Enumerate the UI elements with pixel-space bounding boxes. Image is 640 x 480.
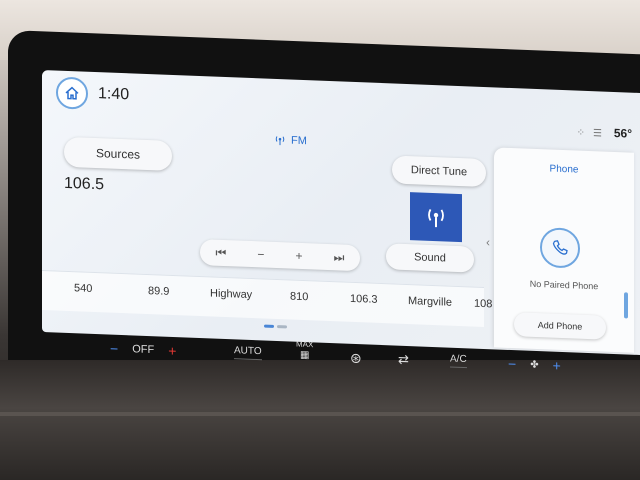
heated-wheel-icon[interactable]: ⊛ (350, 350, 362, 367)
status-icons: ⁘ ☰ (577, 128, 602, 140)
sound-button[interactable]: Sound (386, 243, 474, 273)
current-frequency: 106.5 (64, 174, 105, 194)
ac-button[interactable]: A/C (450, 353, 467, 369)
preset-bar: 540 89.9 Highway 810 106.3 Margville 108 (42, 270, 492, 327)
page-indicator (264, 324, 287, 329)
band-indicator: FM (274, 134, 307, 147)
preset-item[interactable]: 540 (74, 282, 92, 295)
signal-off-icon: ⁘ (576, 127, 586, 139)
fan-increase-button[interactable]: + (168, 343, 176, 359)
band-label: FM (291, 134, 307, 148)
wifi-off-icon: ☰ (593, 128, 602, 140)
home-icon (65, 86, 79, 100)
seek-forward-button[interactable]: ⏭ (334, 250, 345, 265)
clock: 1:40 (98, 85, 130, 104)
page-dot-active (264, 324, 274, 328)
preset-item[interactable]: Highway (210, 287, 252, 301)
preset-item[interactable]: 810 (290, 291, 308, 304)
phone-button[interactable] (540, 227, 580, 269)
sources-button[interactable]: Sources (64, 136, 172, 171)
page-dot (277, 325, 287, 329)
home-button[interactable] (56, 76, 88, 110)
scrollbar[interactable] (624, 292, 628, 319)
right-decrease-button[interactable]: − (508, 356, 516, 372)
recirculation-icon[interactable]: ⇄ (398, 351, 409, 367)
seek-back-button[interactable]: ⏮ (216, 245, 227, 260)
station-art (410, 192, 462, 243)
fan-decrease-button[interactable]: − (110, 340, 118, 356)
preset-item[interactable]: 106.3 (350, 293, 378, 306)
radio-antenna-icon (428, 208, 444, 228)
auto-button[interactable]: AUTO (234, 345, 262, 361)
right-increase-button[interactable]: + (553, 357, 561, 373)
tune-down-button[interactable]: − (257, 247, 264, 261)
right-fan-control: − ✤ + (508, 356, 561, 374)
max-label: MAX (296, 339, 314, 350)
infotainment-screen: 1:40 ⁘ ☰ 56° FM Sources 106.5 Direct Tun… (42, 70, 640, 355)
fan-control: − OFF + (110, 340, 176, 359)
ac-label: A/C (450, 353, 467, 369)
phone-panel: Phone No Paired Phone Add Phone (494, 147, 634, 353)
preset-item[interactable]: 89.9 (148, 285, 169, 298)
outside-temperature: 56° (613, 125, 632, 141)
phone-icon (552, 240, 568, 255)
tune-up-button[interactable]: + (296, 249, 303, 263)
phone-status: No Paired Phone (529, 278, 599, 292)
fan-state: OFF (132, 343, 155, 357)
max-defrost-button[interactable]: MAX ▦ (296, 340, 313, 362)
chevron-left-icon[interactable]: ‹ (486, 235, 490, 249)
auto-label: AUTO (234, 345, 262, 361)
fan-icon: ✤ (530, 359, 539, 371)
transport-controls: ⏮ − + ⏭ (200, 239, 360, 272)
preset-item[interactable]: 108 (474, 298, 492, 311)
direct-tune-button[interactable]: Direct Tune (392, 155, 486, 188)
add-phone-button[interactable]: Add Phone (514, 312, 606, 340)
phone-panel-title: Phone (549, 163, 579, 176)
windshield-defrost-icon: ▦ (299, 349, 310, 362)
antenna-icon (275, 136, 285, 146)
preset-item[interactable]: Margville (408, 295, 452, 309)
